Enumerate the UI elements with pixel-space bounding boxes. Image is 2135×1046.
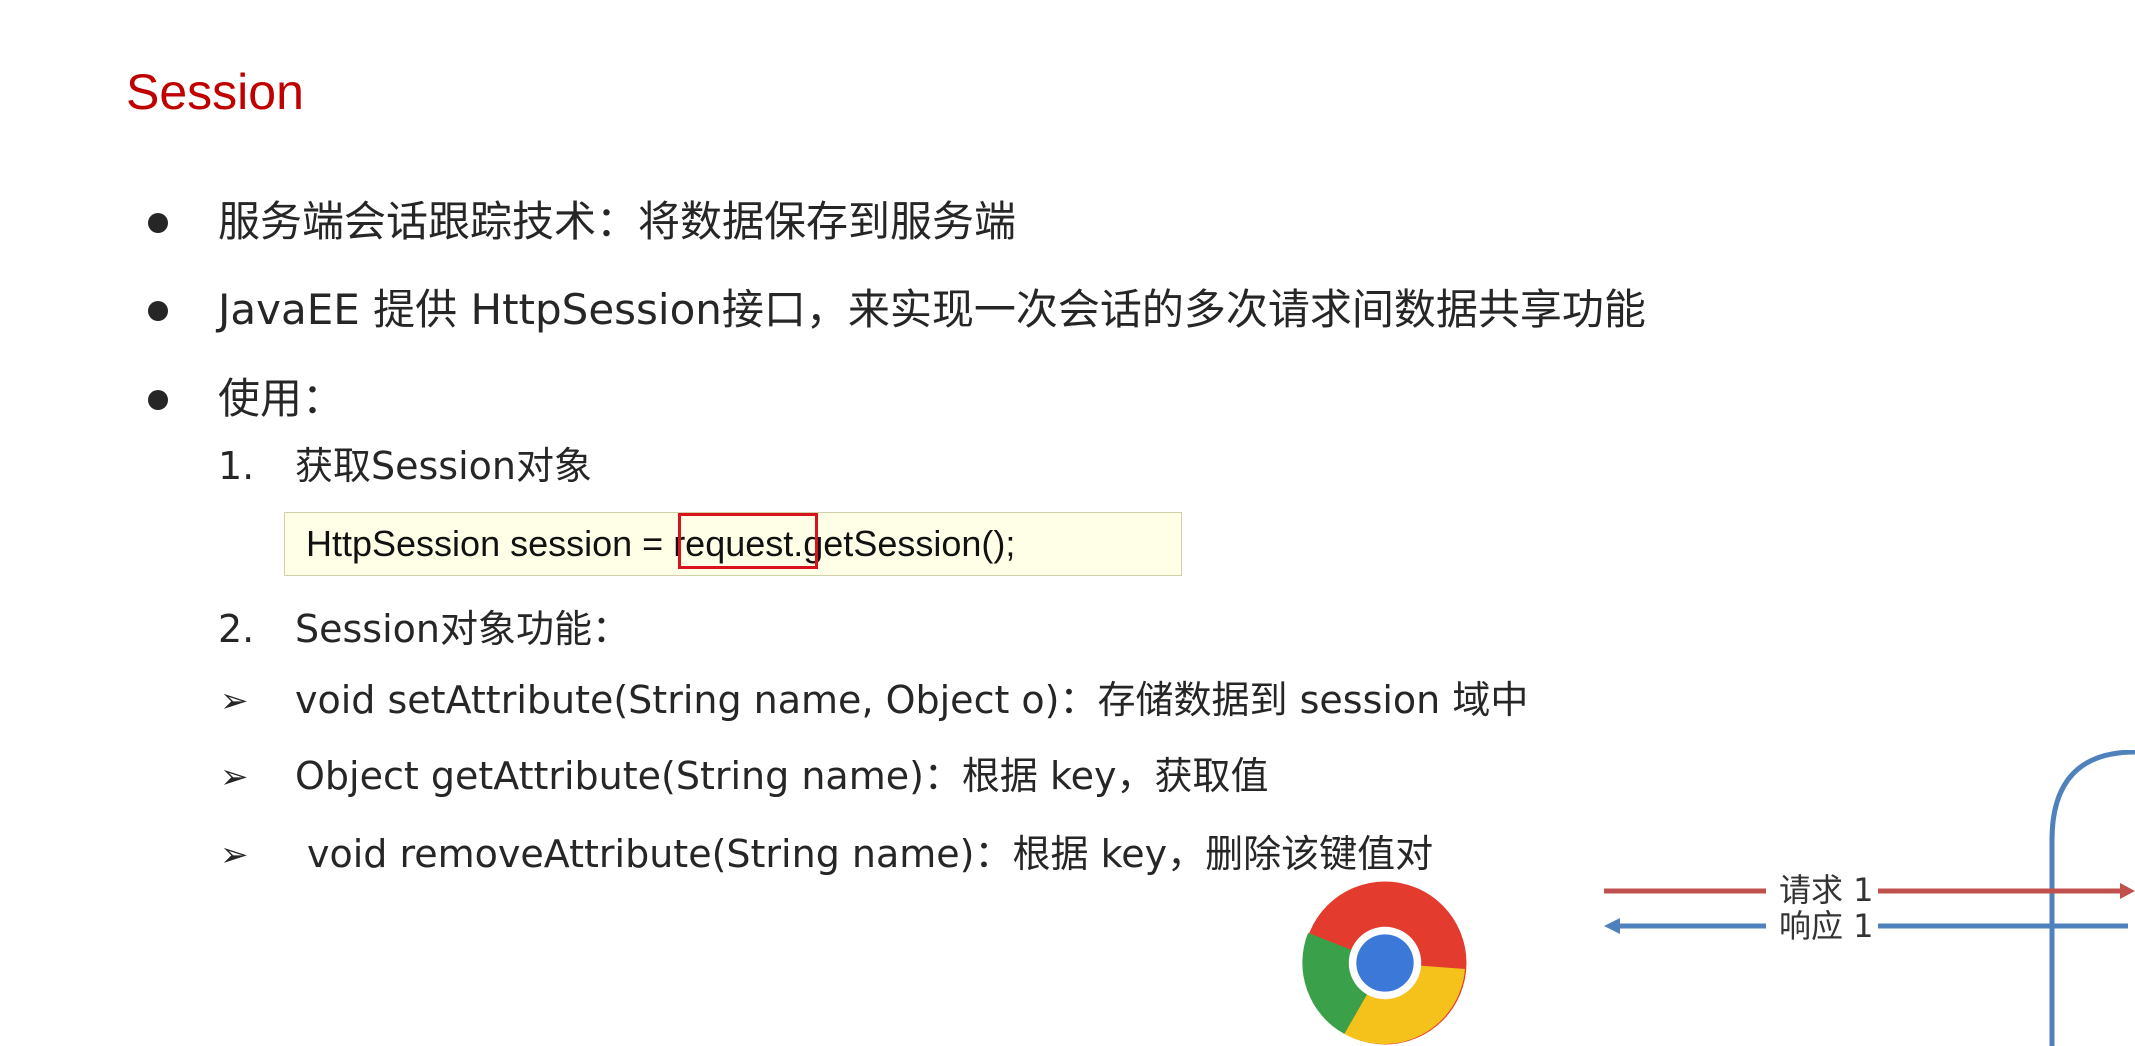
response-label: 响应 1 [1779, 907, 1874, 945]
method-item: void removeAttribute(String name)：根据 key… [307, 832, 1434, 876]
bullet-dot [148, 390, 168, 410]
arrow-bullet-icon: ➢ [220, 835, 249, 875]
request-highlight-box [678, 513, 818, 569]
code-line: HttpSession session = request.getSession… [306, 523, 1016, 564]
slide-title: Session [126, 64, 304, 120]
step-number: 2. [218, 607, 255, 651]
bullet-text: 服务端会话跟踪技术：将数据保存到服务端 [218, 197, 1017, 246]
arrow-bullet-icon: ➢ [220, 757, 249, 797]
response-arrowhead [1604, 918, 1620, 934]
step-text: 获取Session对象 [295, 444, 592, 488]
step-number: 1. [218, 444, 255, 488]
bullet-text: 使用： [218, 374, 345, 423]
arrow-bullet-icon: ➢ [220, 681, 249, 721]
method-item: Object getAttribute(String name)：根据 key，… [295, 754, 1269, 798]
server-outline [2049, 750, 2135, 1046]
bullet-dot [148, 213, 168, 233]
method-item: void setAttribute(String name, Object o)… [295, 678, 1529, 722]
step-text: Session对象功能： [295, 607, 630, 651]
chrome-browser-icon [1302, 881, 1467, 1045]
request-label: 请求 1 [1779, 871, 1874, 909]
bullet-text: JavaEE 提供 HttpSession接口，来实现一次会话的多次请求间数据共… [218, 285, 1646, 334]
bullet-dot [148, 301, 168, 321]
request-arrowhead [2120, 883, 2135, 899]
